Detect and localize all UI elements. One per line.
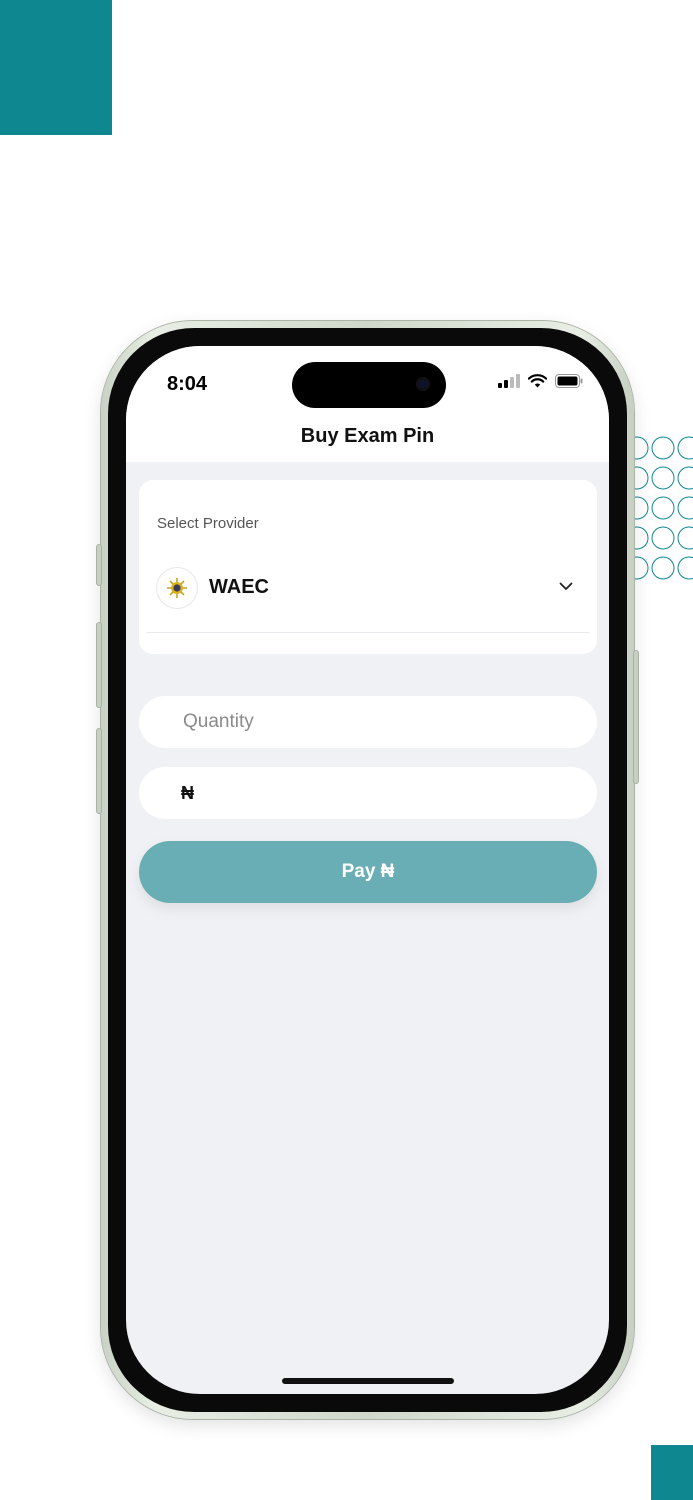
decorative-square-top bbox=[0, 0, 112, 135]
camera-icon bbox=[416, 377, 430, 391]
pay-button[interactable]: Pay ₦ bbox=[139, 841, 597, 903]
provider-name: WAEC bbox=[209, 576, 269, 598]
waec-logo-icon bbox=[157, 568, 197, 608]
decorative-circle-pattern bbox=[624, 433, 693, 583]
status-time: 8:04 bbox=[167, 373, 208, 395]
volume-up-button bbox=[97, 623, 101, 707]
amount-field[interactable]: ₦ bbox=[139, 767, 597, 819]
chevron-down-icon bbox=[559, 582, 573, 590]
wifi-icon bbox=[528, 374, 547, 388]
quantity-field[interactable] bbox=[139, 696, 597, 748]
top-bar: 8:04 Buy Exam Pin bbox=[126, 346, 609, 462]
cellular-signal-icon bbox=[498, 374, 520, 388]
provider-card: Select Provider WAEC bbox=[139, 480, 597, 654]
phone-screen: 8:04 Buy Exam Pin Select Provider WAEC Q… bbox=[126, 346, 609, 1394]
quantity-input[interactable] bbox=[181, 710, 565, 734]
status-icons bbox=[498, 374, 583, 388]
page-title: Buy Exam Pin bbox=[300, 425, 435, 447]
dynamic-island bbox=[292, 362, 446, 408]
battery-icon bbox=[555, 374, 583, 388]
mute-switch bbox=[97, 545, 101, 585]
power-button bbox=[634, 651, 638, 783]
phone-bezel: 8:04 Buy Exam Pin Select Provider WAEC Q… bbox=[108, 328, 627, 1412]
provider-select[interactable]: WAEC bbox=[147, 550, 589, 633]
volume-down-button bbox=[97, 729, 101, 813]
phone-frame: 8:04 Buy Exam Pin Select Provider WAEC Q… bbox=[97, 321, 638, 1419]
home-indicator[interactable] bbox=[282, 1378, 454, 1384]
provider-label: Select Provider bbox=[157, 515, 259, 532]
decorative-square-bottom bbox=[651, 1445, 693, 1500]
naira-currency-symbol: ₦ bbox=[181, 782, 194, 803]
